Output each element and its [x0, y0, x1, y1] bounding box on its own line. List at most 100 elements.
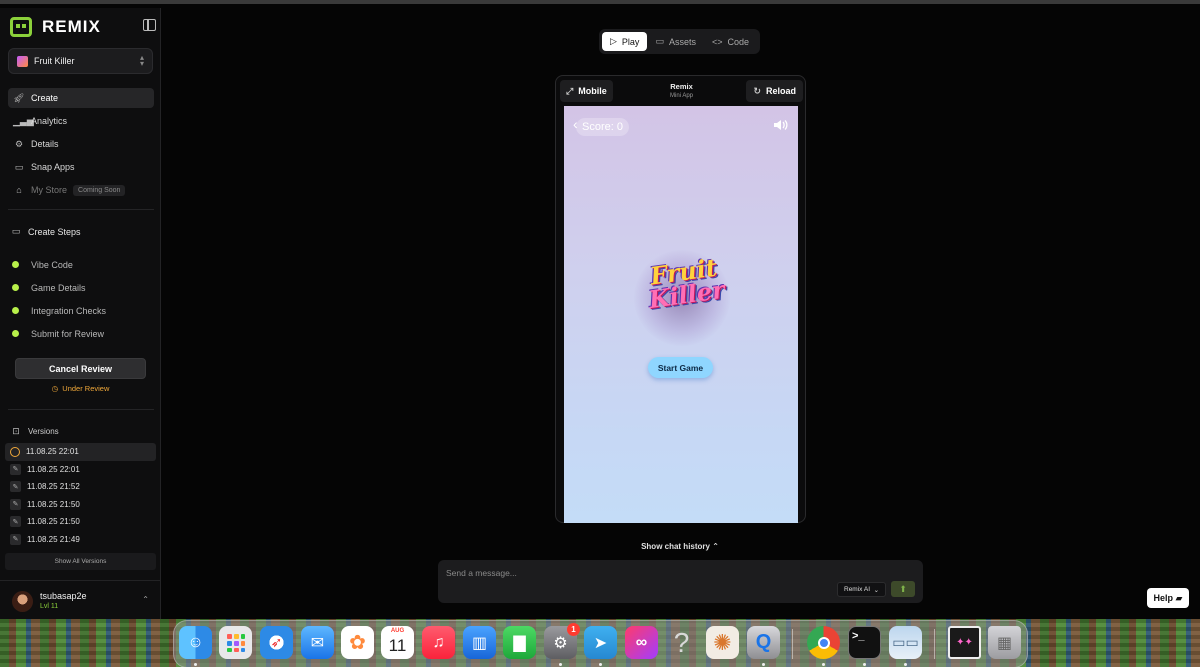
step-item[interactable]: Submit for Review: [12, 322, 106, 345]
reload-icon: ↻: [753, 85, 761, 96]
clock-icon: ◷: [51, 384, 59, 393]
game-screen[interactable]: Score: 0 ‹ Fruit Killer Start Game: [564, 106, 798, 523]
sidebar-item-analytics[interactable]: ▁▃▅ Analytics: [8, 111, 154, 131]
version-timestamp: 11.08.25 21:50: [27, 517, 80, 527]
terminal-icon[interactable]: >_: [848, 626, 881, 659]
pencil-icon: ✎: [10, 533, 21, 545]
step-item[interactable]: Game Details: [12, 276, 106, 299]
user-menu[interactable]: tsubasap2e Lvl 11 ⌃: [0, 580, 161, 619]
chevron-down-icon: ⌄: [873, 586, 880, 594]
numbers-icon[interactable]: ▇: [503, 626, 536, 659]
mail-icon[interactable]: ✉: [301, 626, 334, 659]
version-timestamp: 11.08.25 22:01: [26, 447, 79, 457]
device-preview: Remix Mini App ⤢ Mobile ↻ Reload Score: 0 …: [555, 75, 806, 523]
mobile-toggle-button[interactable]: ⤢ Mobile: [560, 80, 613, 102]
step-item[interactable]: Integration Checks: [12, 299, 106, 322]
brand-row: REMIX: [10, 16, 156, 38]
send-button[interactable]: ⬆: [891, 581, 915, 597]
create-steps-header: ▭ Create Steps: [10, 226, 81, 237]
trash-icon[interactable]: ▦: [988, 626, 1021, 659]
chrome-icon[interactable]: [807, 626, 840, 659]
avatar: [12, 591, 33, 612]
version-item[interactable]: ✎ 11.08.25 22:01: [5, 461, 156, 479]
sidebar-item-snap-apps[interactable]: ▭ Snap Apps: [8, 157, 154, 177]
sidebar-item-label: My Store: [31, 185, 68, 195]
chat-bubble-icon: ▰: [1175, 592, 1183, 603]
version-timestamp: 11.08.25 22:01: [27, 464, 80, 474]
show-all-versions-button[interactable]: Show All Versions: [5, 553, 156, 570]
help-app-icon[interactable]: ?: [665, 626, 698, 659]
arrow-up-icon: ⬆: [899, 583, 907, 594]
view-tabs: ▷ Play ▭ Assets <> Code: [599, 29, 760, 54]
remix-logo-icon: [10, 17, 32, 37]
tab-play[interactable]: ▷ Play: [602, 32, 648, 51]
step-label: Vibe Code: [31, 259, 73, 270]
running-indicator: [194, 663, 197, 666]
score-display: Score: 0: [576, 118, 629, 136]
dock-separator: [934, 629, 935, 659]
rocket-icon: 🚀︎: [13, 92, 25, 103]
brand-name: REMIX: [42, 17, 101, 36]
version-item[interactable]: ✎ 11.08.25 21:52: [5, 478, 156, 496]
model-label: Remix AI: [844, 586, 871, 593]
project-thumbnail: [17, 55, 28, 67]
finder-icon[interactable]: ☺: [179, 626, 212, 659]
help-button[interactable]: Help ▰: [1147, 588, 1189, 608]
safari-icon[interactable]: ➶: [260, 626, 293, 659]
step-complete-dot: [12, 307, 19, 314]
creative-cloud-icon[interactable]: ∞: [625, 626, 658, 659]
step-item[interactable]: Vibe Code: [12, 253, 106, 276]
cancel-review-button[interactable]: Cancel Review: [15, 358, 146, 379]
running-indicator: [863, 663, 866, 666]
back-arrow-icon[interactable]: ‹: [573, 116, 578, 132]
store-icon: ⌂: [16, 185, 22, 195]
sidebar-item-create[interactable]: 🚀︎ Create: [8, 88, 154, 108]
version-timestamp: 11.08.25 21:50: [27, 499, 80, 509]
version-item-current[interactable]: 11.08.25 22:01: [5, 443, 156, 461]
chat-message-input[interactable]: [446, 566, 826, 580]
version-item[interactable]: ✎ 11.08.25 21:50: [5, 513, 156, 531]
reload-button[interactable]: ↻ Reload: [746, 80, 803, 102]
tab-label: Assets: [668, 36, 696, 47]
telegram-icon[interactable]: ➤: [584, 626, 617, 659]
preview-icon[interactable]: ▭▭: [889, 626, 922, 659]
start-game-button[interactable]: Start Game: [648, 357, 713, 378]
version-item[interactable]: ✎ 11.08.25 21:49: [5, 531, 156, 549]
bar-chart-icon: ▁▃▅: [13, 115, 34, 126]
quicktime-icon[interactable]: Q: [747, 626, 780, 659]
downloads-stack-icon[interactable]: ✦✦: [948, 626, 981, 659]
launchpad-icon[interactable]: [219, 626, 252, 659]
calendar-icon[interactable]: AUG 11: [381, 626, 414, 659]
app-window: REMIX Fruit Killer ▴ ▾ 🚀︎ Create ▁▃▅ Anal…: [0, 0, 1200, 667]
play-icon: ▷: [610, 36, 617, 46]
sidebar-item-label: Snap Apps: [31, 162, 75, 172]
calendar-month: AUG: [390, 628, 405, 634]
claude-icon[interactable]: ✺: [706, 626, 739, 659]
monitor-icon: ▭: [14, 161, 24, 172]
chat-history-label: Show chat history: [641, 542, 710, 551]
system-settings-icon[interactable]: ⚙ 1: [544, 623, 580, 659]
photos-icon[interactable]: ✿: [341, 626, 374, 659]
tab-code[interactable]: <> Code: [704, 32, 757, 51]
sidebar-toggle-icon[interactable]: [143, 19, 156, 31]
step-label: Game Details: [31, 282, 86, 293]
clock-icon: [10, 446, 20, 457]
sidebar-item-details[interactable]: ⚙ Details: [8, 134, 154, 154]
version-item[interactable]: ✎ 11.08.25 21:50: [5, 496, 156, 514]
model-select[interactable]: Remix AI ⌄: [837, 582, 887, 597]
show-chat-history-button[interactable]: Show chat history ⌃: [560, 542, 800, 551]
step-label: Integration Checks: [31, 305, 107, 316]
chevron-updown-icon: ▴ ▾: [139, 53, 144, 68]
reload-label: Reload: [765, 86, 796, 96]
chevron-up-icon: ⌃: [142, 595, 149, 604]
keynote-icon[interactable]: ▥: [463, 626, 496, 659]
speaker-icon[interactable]: [773, 118, 788, 136]
tab-assets[interactable]: ▭ Assets: [647, 32, 704, 51]
tab-label: Code: [727, 36, 749, 47]
step-complete-dot: [12, 284, 19, 291]
project-select[interactable]: Fruit Killer ▴ ▾: [8, 48, 153, 74]
music-icon[interactable]: ♫: [422, 626, 455, 659]
step-label: Submit for Review: [31, 328, 105, 339]
running-indicator: [762, 663, 765, 666]
notification-badge: 1: [567, 623, 580, 636]
